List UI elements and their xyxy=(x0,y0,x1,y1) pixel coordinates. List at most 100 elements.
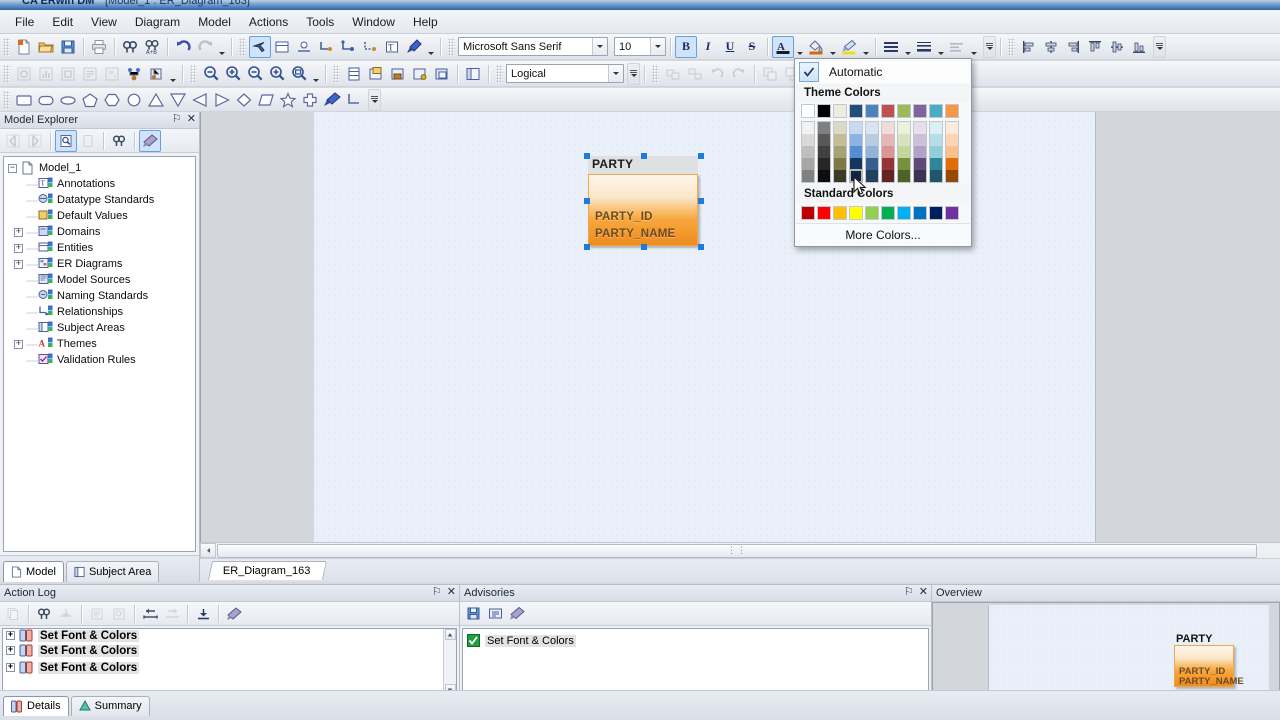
pin-icon[interactable]: ⚐ xyxy=(172,113,182,125)
toolbar-grip[interactable] xyxy=(3,65,10,83)
shape-parallelogram-tool[interactable] xyxy=(255,89,277,111)
menu-item-edit[interactable]: Edit xyxy=(43,12,82,32)
italic-button[interactable]: I xyxy=(697,36,719,58)
tree-node-model-root[interactable]: −Model_1 xyxy=(4,160,195,176)
non-identifying-relationship-tool[interactable] xyxy=(359,36,381,58)
theme-color-swatch[interactable] xyxy=(914,170,926,182)
close-icon[interactable]: ✕ xyxy=(187,113,196,125)
align-left-button[interactable] xyxy=(1018,36,1040,58)
line-style-dropdown[interactable] xyxy=(902,36,913,58)
attribute-editor-button[interactable] xyxy=(365,63,387,85)
theme-color-swatch[interactable] xyxy=(818,158,830,170)
expand-toggle[interactable]: + xyxy=(6,663,15,672)
theme-color-swatch[interactable] xyxy=(897,104,911,118)
zoom-to-fit-button[interactable] xyxy=(244,63,266,85)
theme-color-swatch[interactable] xyxy=(834,134,846,146)
details-tab[interactable]: Details xyxy=(3,696,69,716)
standard-colors-row[interactable] xyxy=(796,203,970,223)
scroll-up-arrow[interactable] xyxy=(445,629,456,640)
select-pointer-tool[interactable] xyxy=(249,36,271,58)
theme-color-swatch[interactable] xyxy=(946,122,958,134)
undo-history-dropdown[interactable] xyxy=(216,36,227,58)
explorer-find-button[interactable] xyxy=(108,130,130,152)
theme-color-swatch[interactable] xyxy=(866,146,878,158)
theme-color-swatch[interactable] xyxy=(834,170,846,182)
theme-color-swatch[interactable] xyxy=(930,170,942,182)
log-preview-button[interactable] xyxy=(108,603,130,625)
open-model-button[interactable] xyxy=(35,36,57,58)
theme-color-swatch[interactable] xyxy=(914,122,926,134)
theme-color-swatch[interactable] xyxy=(930,146,942,158)
toolbar-grip[interactable] xyxy=(3,91,10,109)
diagram-canvas[interactable]: PARTY PARTY_ID PARTY_NAME xyxy=(200,112,1280,542)
shape-circle-tool[interactable] xyxy=(123,89,145,111)
theme-color-swatch[interactable] xyxy=(898,170,910,182)
automatic-color-item[interactable]: Automatic xyxy=(797,61,969,83)
zoom-out-button[interactable] xyxy=(200,63,222,85)
theme-color-swatch[interactable] xyxy=(882,122,894,134)
stored-display-button[interactable] xyxy=(145,63,167,85)
bring-to-front-button[interactable] xyxy=(759,63,781,85)
advisory-row[interactable]: Set Font & Colors xyxy=(463,632,928,649)
action-log-row[interactable]: +Set Font & Colors xyxy=(3,642,456,659)
theme-color-swatch[interactable] xyxy=(898,146,910,158)
toolbar-grip[interactable] xyxy=(190,65,197,83)
theme-color-swatch[interactable] xyxy=(930,122,942,134)
standard-color-swatch[interactable] xyxy=(865,206,879,220)
theme-apply-tool[interactable] xyxy=(321,89,343,111)
standard-color-swatch[interactable] xyxy=(929,206,943,220)
action-log-row[interactable]: +Set Font & Colors xyxy=(3,659,456,676)
tree-node-domains[interactable]: +Domains xyxy=(4,224,195,240)
model-tree[interactable]: −Model_1TAnnotationsDatatype StandardsDe… xyxy=(3,156,196,552)
shape-rounded-rectangle-tool[interactable] xyxy=(35,89,57,111)
explorer-theme-button[interactable] xyxy=(139,130,161,152)
theme-color-swatch[interactable] xyxy=(946,146,958,158)
pin-icon[interactable]: ⚐ xyxy=(432,586,442,598)
display-level-pk-button[interactable] xyxy=(57,63,79,85)
display-level-icon-button[interactable] xyxy=(101,63,123,85)
selection-handle-sw[interactable] xyxy=(584,244,590,250)
chevron-down-icon[interactable] xyxy=(592,38,607,55)
line-color-dropdown[interactable] xyxy=(860,36,871,58)
selection-handle-w[interactable] xyxy=(584,198,590,204)
group-button[interactable] xyxy=(662,63,684,85)
underline-button[interactable]: U xyxy=(719,36,741,58)
theme-color-swatch[interactable] xyxy=(930,134,942,146)
tree-node-default-values[interactable]: Default Values xyxy=(4,208,195,224)
align-top-button[interactable] xyxy=(1084,36,1106,58)
entity-tool[interactable] xyxy=(271,36,293,58)
theme-color-swatch[interactable] xyxy=(882,146,894,158)
theme-color-swatch[interactable] xyxy=(850,158,862,170)
menu-item-actions[interactable]: Actions xyxy=(240,12,297,32)
theme-color-swatch[interactable] xyxy=(945,104,959,118)
log-find-button[interactable] xyxy=(33,603,55,625)
selection-handle-se[interactable] xyxy=(698,244,704,250)
scroll-left-arrow[interactable] xyxy=(200,543,216,558)
theme-color-swatch[interactable] xyxy=(834,122,846,134)
font-color-dropdown-menu[interactable]: Automatic Theme Colors Standard Colors M… xyxy=(794,58,972,247)
undo-button[interactable] xyxy=(172,36,194,58)
theme-color-swatch[interactable] xyxy=(818,134,830,146)
theme-color-swatch[interactable] xyxy=(802,122,814,134)
menu-item-file[interactable]: File xyxy=(6,12,43,32)
standard-color-swatch[interactable] xyxy=(881,206,895,220)
shape-cross-tool[interactable] xyxy=(299,89,321,111)
align-middle-button[interactable] xyxy=(1106,36,1128,58)
standard-color-swatch[interactable] xyxy=(849,206,863,220)
fill-color-button[interactable] xyxy=(805,36,827,58)
standard-color-swatch[interactable] xyxy=(913,206,927,220)
pin-icon[interactable]: ⚐ xyxy=(904,586,914,598)
toolbar-grip[interactable] xyxy=(239,38,246,56)
line-weight-button[interactable] xyxy=(913,36,935,58)
action-log-list[interactable]: +Set Font & Colors+Set Font & Colors+Set… xyxy=(2,628,457,696)
font-size-combo[interactable]: 10 xyxy=(614,37,666,56)
selection-handle-nw[interactable] xyxy=(584,153,590,159)
log-redo-button[interactable] xyxy=(161,603,183,625)
shape-triangle-tool[interactable] xyxy=(145,89,167,111)
tree-node-naming-standards[interactable]: Naming Standards xyxy=(4,288,195,304)
shape-rectangle-tool[interactable] xyxy=(13,89,35,111)
line-weight-dropdown[interactable] xyxy=(935,36,946,58)
font-name-combo[interactable]: Microsoft Sans Serif xyxy=(458,37,608,56)
theme-color-swatch[interactable] xyxy=(882,158,894,170)
theme-color-swatch[interactable] xyxy=(946,158,958,170)
